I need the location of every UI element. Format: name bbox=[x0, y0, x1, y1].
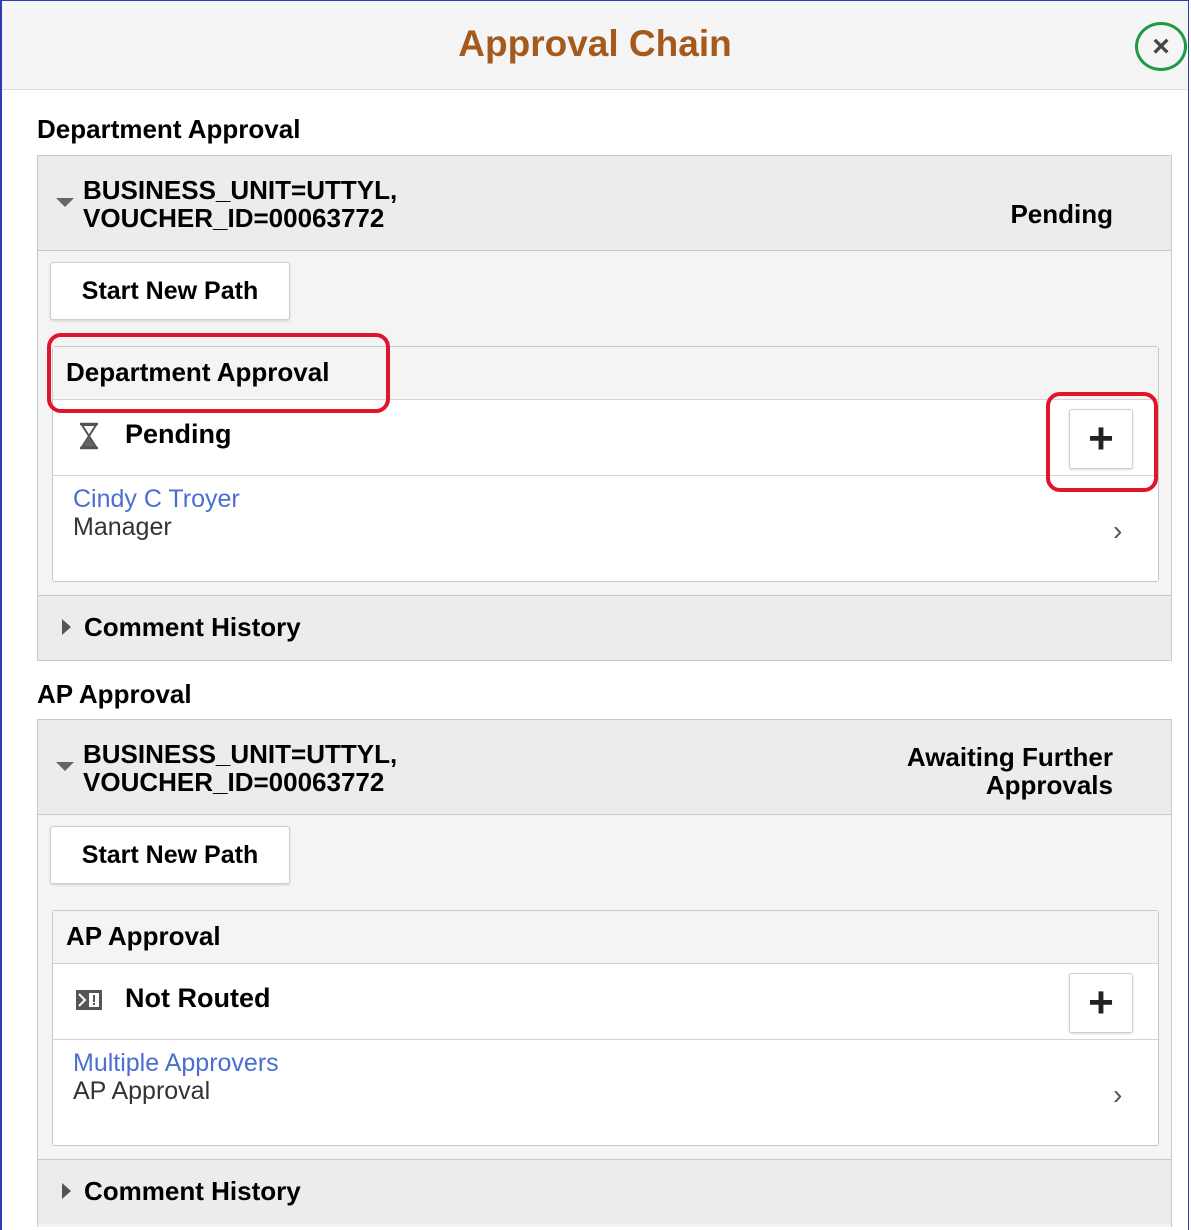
group-header[interactable]: BUSINESS_UNIT=UTTYL, VOUCHER_ID=00063772… bbox=[38, 156, 1171, 251]
chevron-right-icon[interactable]: › bbox=[1113, 1079, 1122, 1111]
business-unit-key: BUSINESS_UNIT=UTTYL, VOUCHER_ID=00063772 bbox=[83, 739, 398, 797]
comment-history-label: Comment History bbox=[84, 1176, 301, 1206]
comment-history-toggle[interactable]: Comment History bbox=[38, 595, 1171, 660]
step-status-row: Not Routed + bbox=[53, 963, 1158, 1040]
approver-role: Manager bbox=[73, 513, 172, 541]
group-label-ap-approval: AP Approval bbox=[37, 679, 192, 709]
approver-row[interactable]: Multiple Approvers AP Approval › bbox=[53, 1039, 1158, 1145]
modal-header: Approval Chain × bbox=[2, 1, 1188, 90]
page-title: Approval Chain bbox=[458, 23, 732, 64]
stage-header: AP Approval bbox=[53, 911, 1158, 964]
group-status: Awaiting Further Approvals bbox=[906, 742, 1113, 800]
expand-triangle-icon[interactable] bbox=[62, 619, 71, 635]
comment-history-toggle[interactable]: Comment History bbox=[38, 1159, 1171, 1224]
stage-box: AP Approval Not Routed + Multiple Approv… bbox=[52, 910, 1159, 1146]
plus-icon: + bbox=[1088, 978, 1114, 1027]
approver-row[interactable]: Cindy C Troyer Manager › bbox=[53, 475, 1158, 581]
approval-group-department: BUSINESS_UNIT=UTTYL, VOUCHER_ID=00063772… bbox=[37, 155, 1172, 661]
start-new-path-button[interactable]: Start New Path bbox=[50, 262, 290, 320]
collapse-triangle-icon[interactable] bbox=[56, 762, 74, 771]
collapse-triangle-icon[interactable] bbox=[56, 198, 74, 207]
approver-name-link[interactable]: Cindy C Troyer bbox=[73, 485, 240, 514]
approval-group-ap: BUSINESS_UNIT=UTTYL, VOUCHER_ID=00063772… bbox=[37, 719, 1172, 1227]
stage-box: Department Approval Pending + Cindy C Tr… bbox=[52, 346, 1159, 582]
group-status: Pending bbox=[1010, 199, 1113, 229]
stage-title: Department Approval bbox=[66, 357, 330, 387]
comment-history-label: Comment History bbox=[84, 612, 301, 642]
step-status-row: Pending + bbox=[53, 399, 1158, 476]
approver-name-link[interactable]: Multiple Approvers bbox=[73, 1049, 279, 1078]
add-approver-button[interactable]: + bbox=[1069, 973, 1133, 1033]
stage-title: AP Approval bbox=[66, 921, 221, 951]
business-unit-key: BUSINESS_UNIT=UTTYL, VOUCHER_ID=00063772 bbox=[83, 175, 398, 233]
plus-icon: + bbox=[1088, 414, 1114, 463]
group-header[interactable]: BUSINESS_UNIT=UTTYL, VOUCHER_ID=00063772… bbox=[38, 720, 1171, 815]
group-label-department-approval: Department Approval bbox=[37, 114, 301, 144]
approver-role: AP Approval bbox=[73, 1077, 211, 1105]
start-new-path-button[interactable]: Start New Path bbox=[50, 826, 290, 884]
stage-header: Department Approval bbox=[53, 347, 1158, 400]
add-approver-button[interactable]: + bbox=[1069, 409, 1133, 469]
not-routed-icon bbox=[75, 985, 103, 1015]
expand-triangle-icon[interactable] bbox=[62, 1183, 71, 1199]
close-icon: × bbox=[1152, 29, 1170, 63]
hourglass-icon bbox=[75, 421, 103, 451]
chevron-right-icon[interactable]: › bbox=[1113, 515, 1122, 547]
step-status-text: Pending bbox=[125, 419, 232, 449]
close-button[interactable]: × bbox=[1135, 22, 1187, 71]
step-status-text: Not Routed bbox=[125, 983, 271, 1013]
